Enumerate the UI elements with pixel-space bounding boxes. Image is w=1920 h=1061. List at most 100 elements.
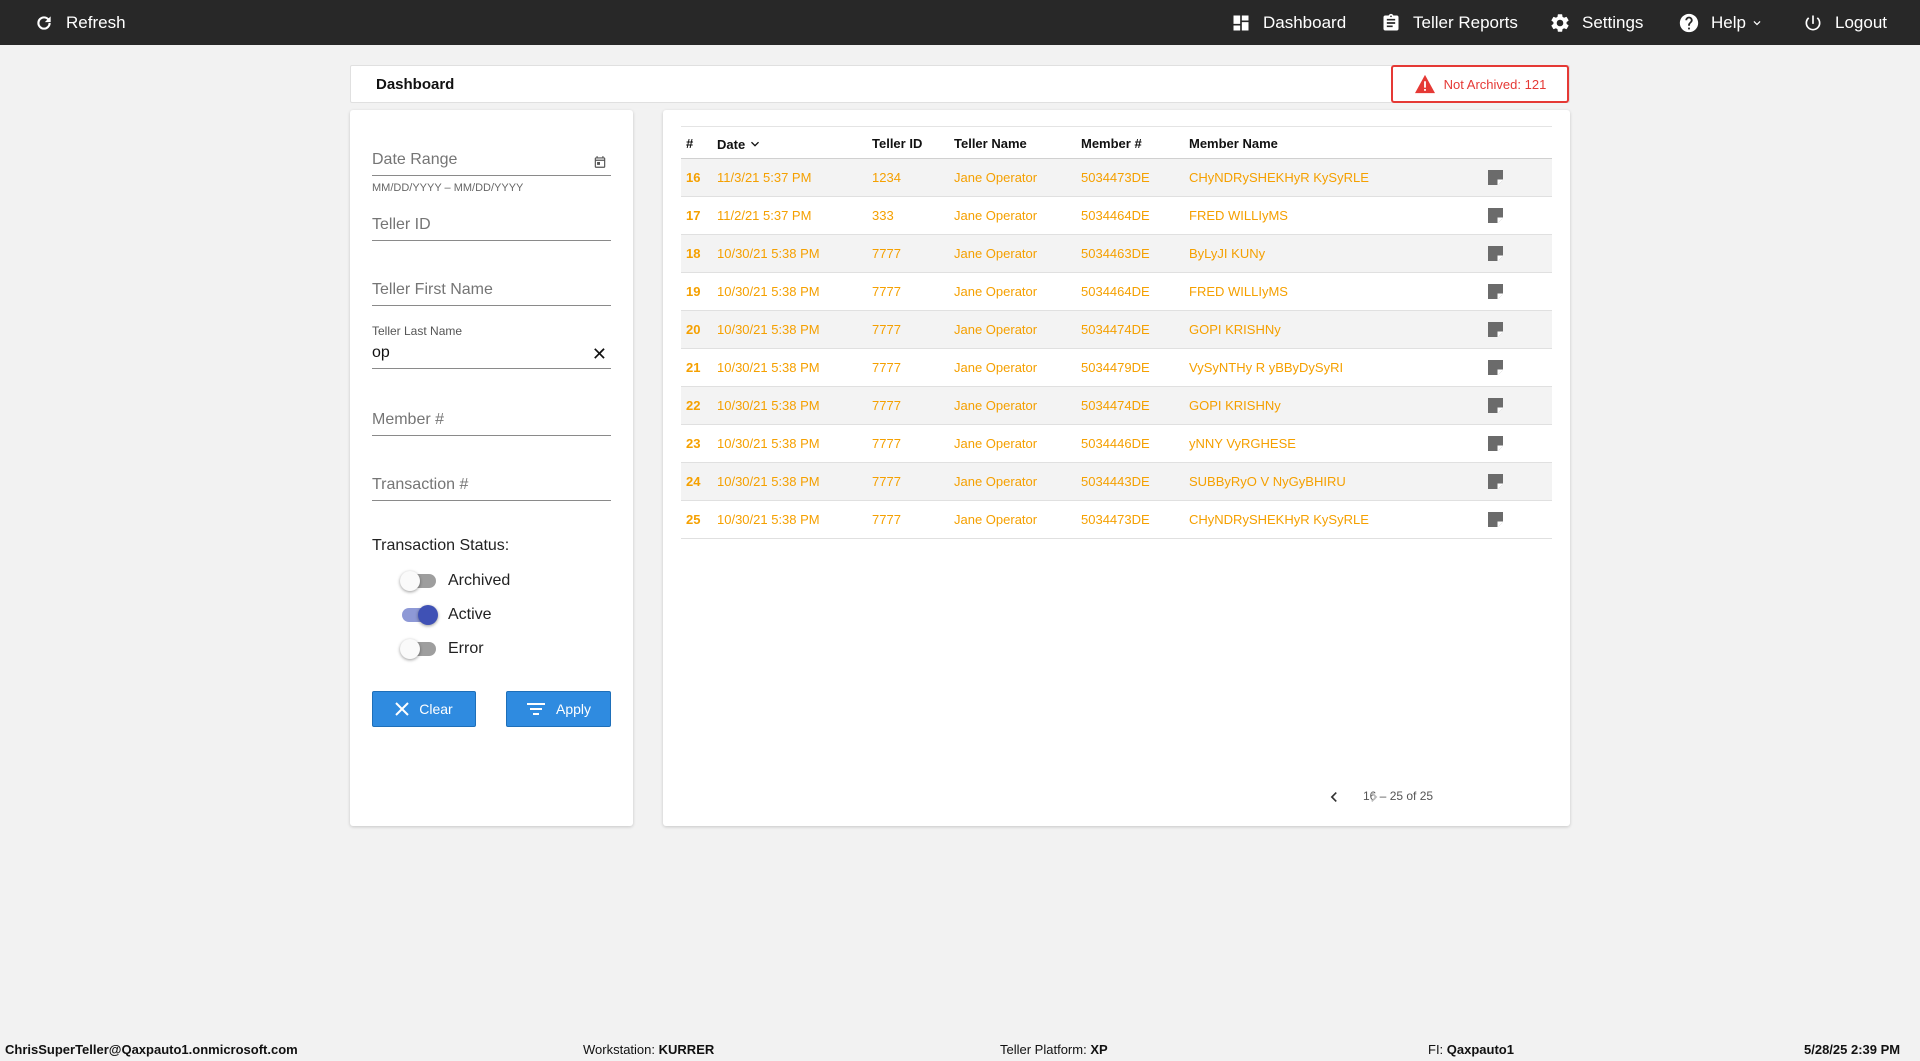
footer-platform-value: XP xyxy=(1090,1042,1108,1057)
teller-first-name-field[interactable]: Teller First Name xyxy=(372,270,611,306)
table-row[interactable]: 19 10/30/21 5:38 PM 7777 Jane Operator 50344… xyxy=(681,273,1552,311)
cell-date: 10/30/21 5:38 PM xyxy=(717,322,820,337)
sort-desc-icon xyxy=(751,141,760,147)
power-icon xyxy=(1801,11,1825,35)
column-header-teller-name[interactable]: Teller Name xyxy=(954,136,1027,151)
nav-dashboard[interactable]: Dashboard xyxy=(1229,0,1346,45)
table-row[interactable]: 20 10/30/21 5:38 PM 7777 Jane Operator 50344… xyxy=(681,311,1552,349)
clear-button[interactable]: Clear xyxy=(372,691,476,727)
teller-last-name-field[interactable]: Teller Last Name op ✕ xyxy=(372,324,611,369)
note-icon[interactable] xyxy=(1487,473,1504,490)
error-switch[interactable] xyxy=(400,639,436,659)
footer-platform-label: Teller Platform: xyxy=(1000,1042,1087,1057)
cell-member-name: ByLyJI KUNy xyxy=(1189,246,1266,261)
cell-number: 17 xyxy=(686,208,701,223)
teller-id-field[interactable]: Teller ID xyxy=(372,205,611,241)
nav-settings[interactable]: Settings xyxy=(1548,0,1643,45)
toggle-archived[interactable]: Archived xyxy=(400,569,510,593)
apply-button[interactable]: Apply xyxy=(506,691,611,727)
cell-number: 21 xyxy=(686,360,701,375)
column-header-number[interactable]: # xyxy=(686,136,693,151)
member-number-placeholder: Member # xyxy=(372,411,445,428)
note-icon[interactable] xyxy=(1487,169,1504,186)
note-icon[interactable] xyxy=(1487,283,1504,300)
cell-teller-id: 7777 xyxy=(872,436,901,451)
cell-member-number: 5034473DE xyxy=(1081,512,1150,527)
not-archived-badge[interactable]: Not Archived: 121 xyxy=(1391,65,1569,103)
cell-member-number: 5034464DE xyxy=(1081,208,1150,223)
table-row[interactable]: 22 10/30/21 5:38 PM 7777 Jane Operator 50344… xyxy=(681,387,1552,425)
active-label: Active xyxy=(448,606,492,623)
toggle-error[interactable]: Error xyxy=(400,637,484,661)
table-row[interactable]: 16 11/3/21 5:37 PM 1234 Jane Operator 503447… xyxy=(681,159,1552,197)
cell-member-name: FRED WILLIyMS xyxy=(1189,284,1288,299)
nav-settings-label: Settings xyxy=(1582,12,1644,32)
previous-page-button[interactable] xyxy=(1322,785,1346,809)
transaction-status-title: Transaction Status: xyxy=(372,537,510,554)
column-header-member-name[interactable]: Member Name xyxy=(1189,136,1278,151)
table-row[interactable]: 21 10/30/21 5:38 PM 7777 Jane Operator 50344… xyxy=(681,349,1552,387)
note-icon[interactable] xyxy=(1487,207,1504,224)
active-switch[interactable] xyxy=(402,605,438,625)
cell-teller-name: Jane Operator xyxy=(954,284,1038,299)
filter-icon xyxy=(526,703,545,715)
dashboard-header: Dashboard Not Archived: 121 xyxy=(350,65,1570,103)
cell-teller-name: Jane Operator xyxy=(954,474,1038,489)
column-header-teller-id[interactable]: Teller ID xyxy=(872,136,922,151)
note-icon[interactable] xyxy=(1487,397,1504,414)
table-row[interactable]: 25 10/30/21 5:38 PM 7777 Jane Operator 50344… xyxy=(681,501,1552,539)
cell-date: 10/30/21 5:38 PM xyxy=(717,474,820,489)
cell-member-number: 5034443DE xyxy=(1081,474,1150,489)
note-icon[interactable] xyxy=(1487,245,1504,262)
teller-id-placeholder: Teller ID xyxy=(372,216,431,233)
teller-last-name-value: op xyxy=(372,344,390,361)
calendar-icon[interactable] xyxy=(593,155,607,169)
refresh-button[interactable]: Refresh xyxy=(32,0,126,45)
transaction-number-field[interactable]: Transaction # xyxy=(372,465,611,501)
chevron-right-icon xyxy=(1371,792,1378,802)
cell-teller-id: 1234 xyxy=(872,170,901,185)
cell-member-number: 5034446DE xyxy=(1081,436,1150,451)
clear-last-name-icon[interactable]: ✕ xyxy=(592,344,607,365)
cell-teller-id: 7777 xyxy=(872,398,901,413)
not-archived-count: 121 xyxy=(1524,76,1547,92)
note-icon[interactable] xyxy=(1487,511,1504,528)
cell-member-number: 5034463DE xyxy=(1081,246,1150,261)
footer-workstation: Workstation: KURRER xyxy=(583,1042,714,1057)
logout-label: Logout xyxy=(1835,12,1887,32)
cell-member-name: yNNY VyRGHESE xyxy=(1189,436,1296,451)
toggle-active[interactable]: Active xyxy=(402,603,492,627)
cell-member-name: CHyNDRySHEKHyR KySyRLE xyxy=(1189,170,1369,185)
cell-number: 24 xyxy=(686,474,701,489)
cell-number: 23 xyxy=(686,436,701,451)
note-icon[interactable] xyxy=(1487,321,1504,338)
cell-teller-name: Jane Operator xyxy=(954,360,1038,375)
table-row[interactable]: 18 10/30/21 5:38 PM 7777 Jane Operator 50344… xyxy=(681,235,1552,273)
footer-workstation-label: Workstation: xyxy=(583,1042,656,1057)
table-row[interactable]: 17 11/2/21 5:37 PM 333 Jane Operator 5034464… xyxy=(681,197,1552,235)
logout-button[interactable]: Logout xyxy=(1801,0,1887,45)
cell-teller-name: Jane Operator xyxy=(954,512,1038,527)
cell-teller-id: 7777 xyxy=(872,474,901,489)
column-header-member-number[interactable]: Member # xyxy=(1081,136,1142,151)
footer-user: ChrisSuperTeller@Qaxpauto1.onmicrosoft.c… xyxy=(5,1042,298,1057)
nav-help-label: Help xyxy=(1711,12,1746,32)
footer-fi: FI: Qaxpauto1 xyxy=(1428,1042,1514,1057)
cell-teller-id: 7777 xyxy=(872,360,901,375)
cell-number: 22 xyxy=(686,398,701,413)
column-header-date[interactable]: Date xyxy=(717,136,763,152)
date-range-field[interactable]: Date Range xyxy=(372,140,611,176)
nav-help[interactable]: Help xyxy=(1677,0,1764,45)
note-icon[interactable] xyxy=(1487,359,1504,376)
footer-datetime: 5/28/25 2:39 PM xyxy=(1804,1042,1901,1057)
archived-switch[interactable] xyxy=(400,571,436,591)
next-page-button[interactable] xyxy=(1362,785,1386,809)
member-number-field[interactable]: Member # xyxy=(372,400,611,436)
nav-teller-reports[interactable]: Teller Reports xyxy=(1379,0,1518,45)
cell-teller-name: Jane Operator xyxy=(954,246,1038,261)
table-row[interactable]: 23 10/30/21 5:38 PM 7777 Jane Operator 50344… xyxy=(681,425,1552,463)
note-icon[interactable] xyxy=(1487,435,1504,452)
cell-member-number: 5034474DE xyxy=(1081,322,1150,337)
table-row[interactable]: 24 10/30/21 5:38 PM 7777 Jane Operator 50344… xyxy=(681,463,1552,501)
refresh-icon xyxy=(32,11,56,35)
